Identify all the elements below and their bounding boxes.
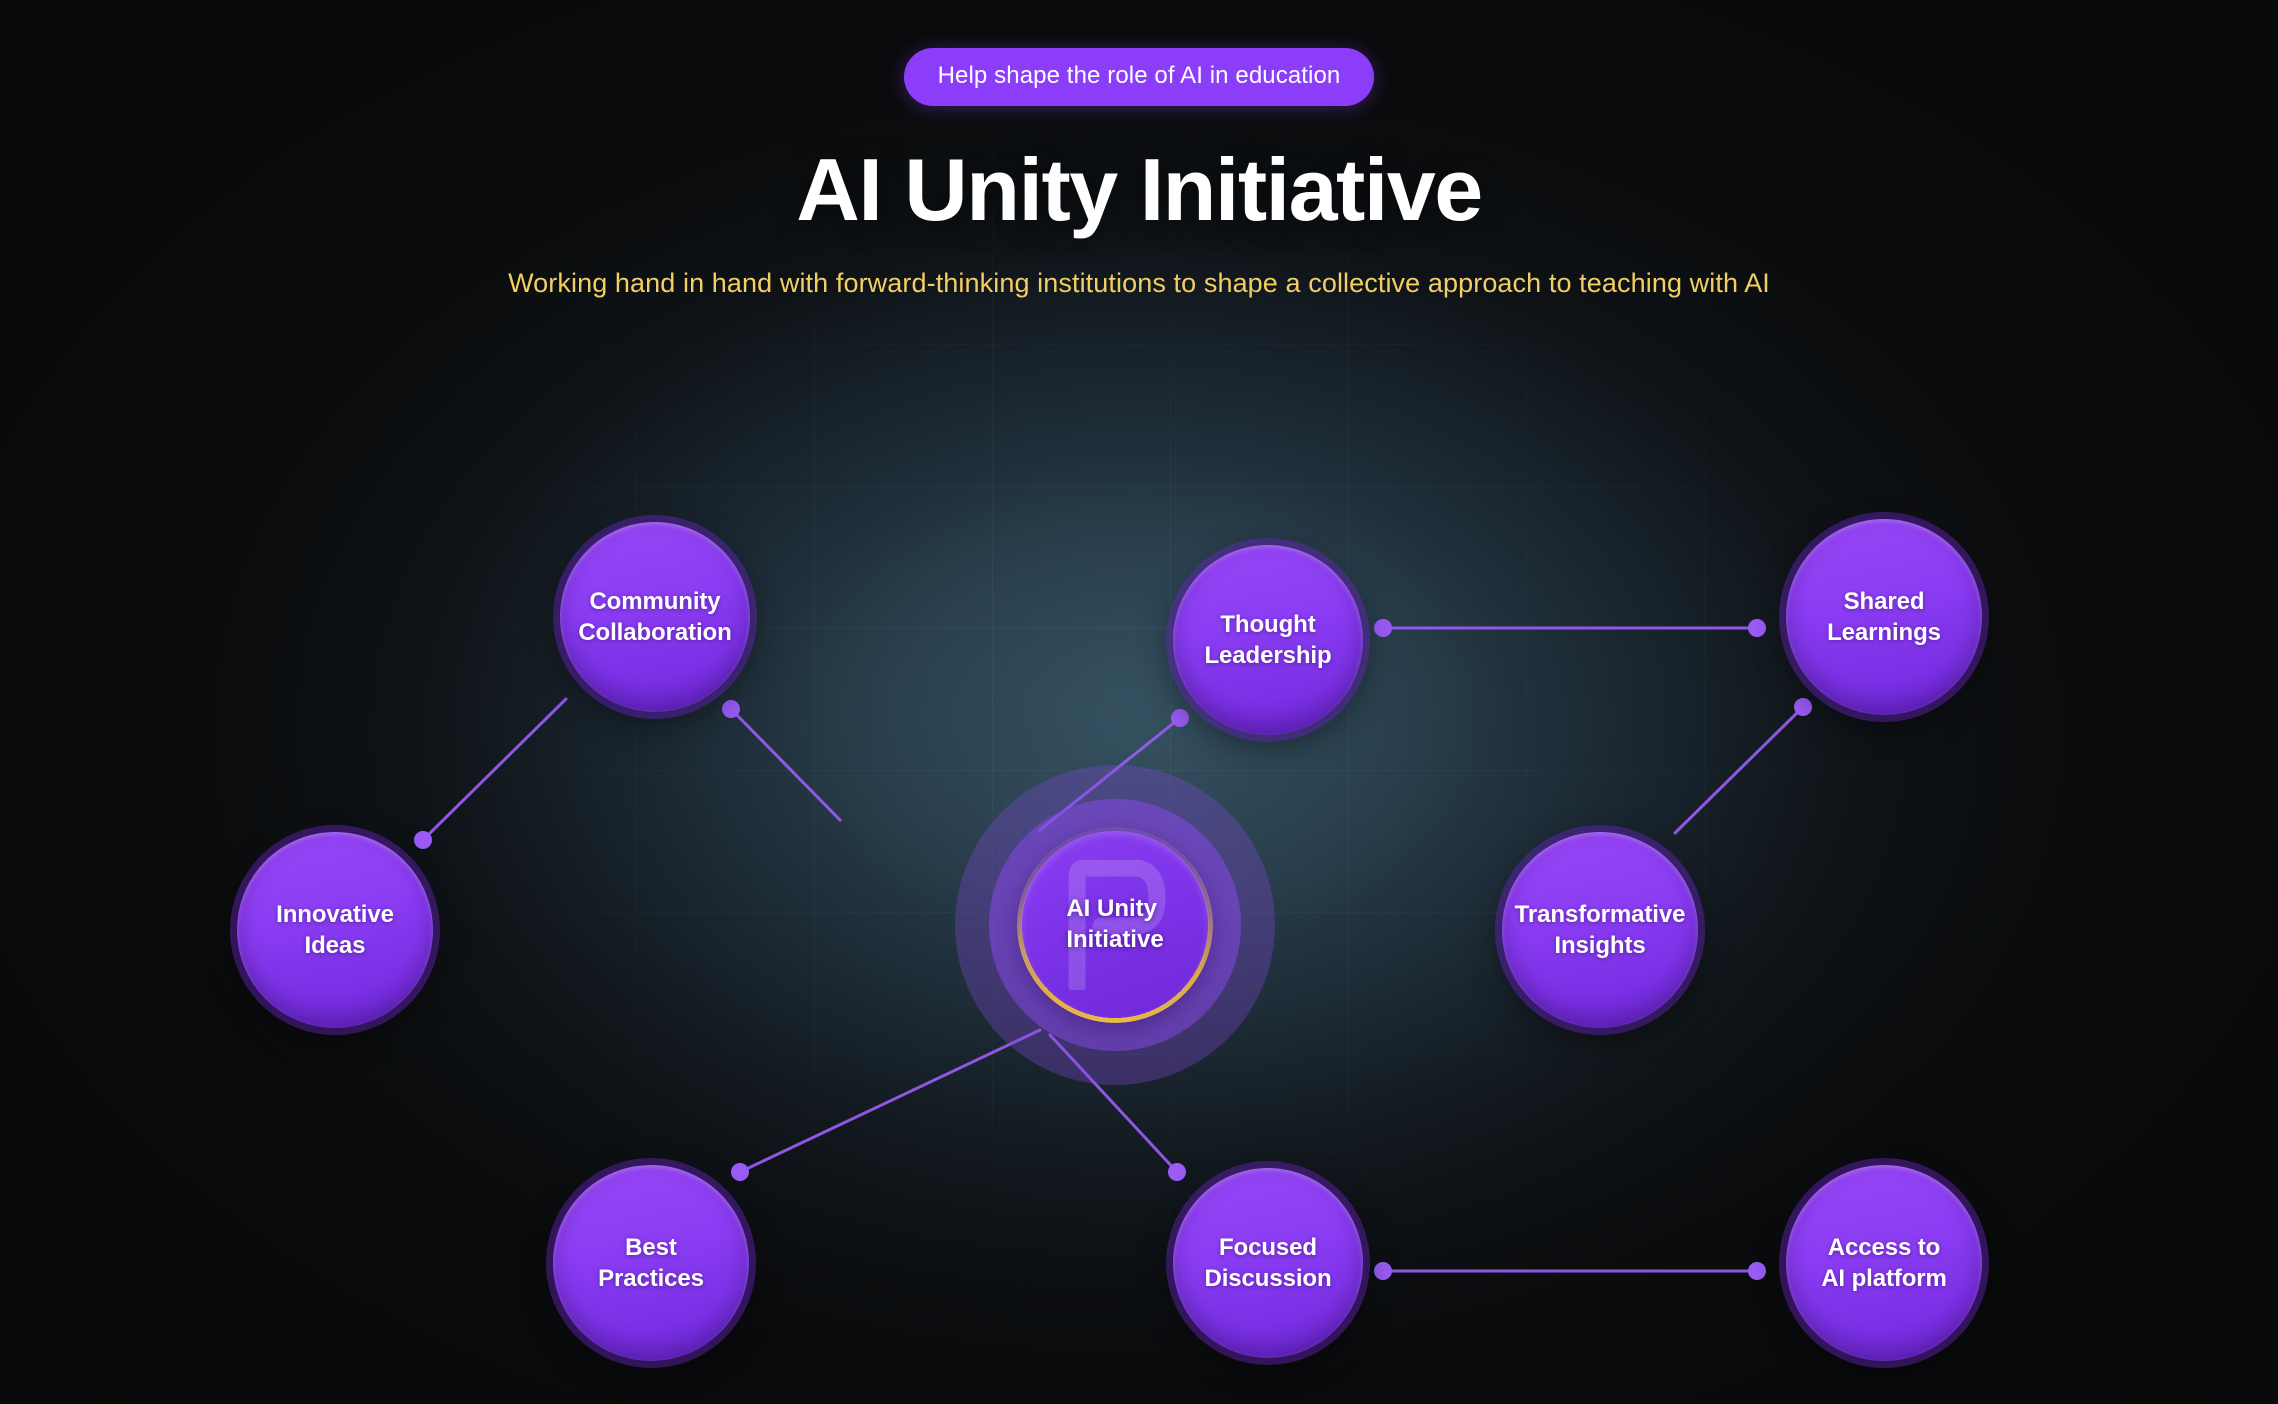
page-header: Help shape the role of AI in education A… [0, 0, 2278, 299]
center-label-line1: AI Unity [1066, 895, 1157, 923]
node-label-line1: Best [625, 1233, 677, 1261]
page-subtitle: Working hand in hand with forward-thinki… [508, 267, 1770, 298]
node-label-line2: Learnings [1827, 619, 1941, 646]
node-label-line2: Collaboration [578, 619, 732, 646]
node-label-line2: Leadership [1204, 642, 1332, 669]
node-shared-learnings[interactable]: Shared Learnings [1786, 519, 1982, 715]
node-best-practices[interactable]: Best Practices [553, 1165, 749, 1361]
node-label-best-practices: Best Practices [588, 1232, 714, 1294]
node-label-access-to-ai-platform: Access to AI platform [1811, 1232, 1957, 1294]
edge-thought-to-shared-endpoint-dot [1374, 619, 1392, 637]
page-root: Help shape the role of AI in education A… [0, 0, 2278, 1404]
center-label-line2: Initiative [1066, 926, 1164, 953]
edge-shared-to-transformative-endpoint-dot [1794, 698, 1812, 716]
node-innovative-ideas[interactable]: Innovative Ideas [237, 832, 433, 1028]
node-label-innovative-ideas: Innovative Ideas [266, 899, 404, 961]
node-label-thought-leadership: Thought Leadership [1194, 609, 1341, 671]
edge-innovative-to-community-endpoint-dot [414, 831, 432, 849]
page-title: AI Unity Initiative [796, 140, 1483, 239]
node-label-line2: Insights [1554, 932, 1646, 959]
edge-center-to-best-endpoint-dot [731, 1163, 749, 1181]
edge-thought-to-shared-endpoint-dot [1748, 619, 1766, 637]
node-access-to-ai-platform[interactable]: Access to AI platform [1786, 1165, 1982, 1361]
tagline-badge[interactable]: Help shape the role of AI in education [903, 48, 1375, 106]
node-label-focused-discussion: Focused Discussion [1194, 1232, 1341, 1294]
node-label-line1: Innovative [276, 900, 394, 928]
center-node-label: AI Unity Initiative [1066, 894, 1163, 955]
node-thought-leadership[interactable]: Thought Leadership [1173, 545, 1363, 735]
edge-thought-to-center-endpoint-dot [1171, 709, 1189, 727]
edge-focused-to-access-endpoint-dot [1374, 1262, 1392, 1280]
node-label-line1: Focused [1219, 1233, 1317, 1261]
node-community-collaboration[interactable]: Community Collaboration [560, 522, 750, 712]
node-label-line1: Shared [1843, 587, 1925, 615]
node-label-line1: Access to [1827, 1233, 1941, 1261]
node-label-shared-learnings: Shared Learnings [1817, 586, 1951, 648]
node-label-line2: AI platform [1821, 1265, 1947, 1292]
node-label-line2: Ideas [304, 932, 366, 959]
node-focused-discussion[interactable]: Focused Discussion [1173, 1168, 1363, 1358]
node-label-community-collaboration: Community Collaboration [568, 586, 741, 648]
edge-community-to-center-endpoint-dot [722, 700, 740, 718]
edge-shared-to-transformative [1673, 705, 1805, 835]
node-label-line2: Practices [598, 1265, 704, 1292]
node-label-line1: Transformative [1514, 900, 1686, 928]
center-node[interactable]: AI Unity Initiative [955, 765, 1275, 1085]
node-transformative-insights[interactable]: Transformative Insights [1502, 832, 1698, 1028]
edge-focused-to-access-endpoint-dot [1748, 1262, 1766, 1280]
edge-innovative-to-community [421, 697, 568, 842]
edge-center-to-focused-endpoint-dot [1168, 1163, 1186, 1181]
node-label-line1: Community [589, 587, 721, 615]
node-label-transformative-insights: Transformative Insights [1505, 899, 1696, 961]
node-label-line2: Discussion [1204, 1265, 1332, 1292]
edge-community-to-center [729, 707, 842, 822]
node-label-line1: Thought [1220, 610, 1316, 638]
